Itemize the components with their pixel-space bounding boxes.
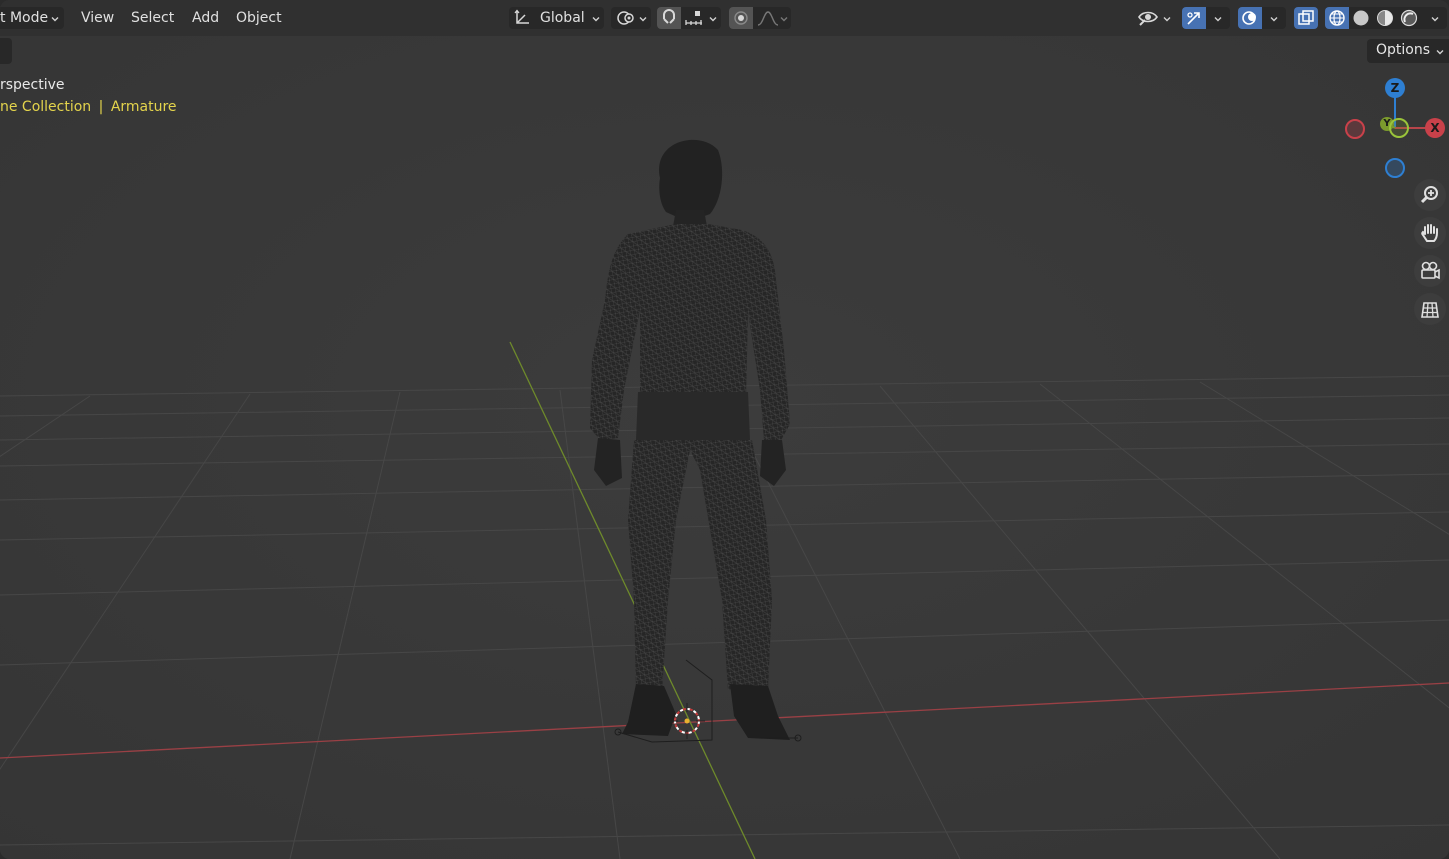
info-separator: | (98, 99, 104, 115)
overlays-toggle[interactable] (1238, 7, 1262, 29)
overlays-icon (1242, 11, 1256, 25)
object-label: Armature (110, 99, 177, 115)
material-preview-icon[interactable] (1376, 9, 1394, 27)
xray-toggle[interactable] (1294, 7, 1318, 29)
chevron-down-icon[interactable] (1162, 14, 1172, 24)
transform-orientation-icon (514, 9, 529, 24)
snap-group (657, 7, 721, 29)
xray-toggle-icon (1298, 10, 1314, 25)
hand-pan-icon (1421, 224, 1438, 242)
chevron-down-icon (51, 17, 59, 22)
snap-magnet-icon (663, 9, 675, 24)
menu-select[interactable]: Select (131, 7, 174, 29)
mode-dropdown[interactable]: t Mode (0, 7, 64, 29)
collection-label: ne Collection (0, 99, 92, 115)
rendered-shading-icon[interactable] (1400, 9, 1418, 27)
toolbar-collapse-tab[interactable] (0, 38, 12, 64)
falloff-curve-icon[interactable] (757, 10, 779, 26)
chevron-down-icon[interactable] (1430, 14, 1440, 24)
blender-window: t Mode View Select Add Object Global rsp… (0, 0, 1449, 859)
gizmo-neg-z-axis[interactable] (1385, 158, 1405, 178)
chevron-down-icon (1436, 50, 1444, 55)
ortho-toggle-button[interactable] (1414, 293, 1446, 325)
gizmo-neg-y-axis[interactable] (1389, 118, 1409, 138)
mode-dropdown-label: t Mode (0, 10, 49, 26)
gizmo-toggle-icon (1187, 12, 1200, 25)
options-dropdown[interactable]: Options (1367, 39, 1449, 63)
gizmo-z-axis[interactable]: Z (1385, 78, 1405, 98)
3d-viewport[interactable]: rspective ne Collection | Armature Optio… (0, 36, 1449, 859)
viewport-header: t Mode View Select Add Object Global (0, 0, 1449, 36)
chevron-down-icon (592, 17, 600, 22)
camera-view-icon (1421, 261, 1440, 280)
options-label: Options (1376, 42, 1431, 58)
active-object-info: ne Collection | Armature (0, 99, 177, 115)
chevron-down-icon (639, 17, 647, 22)
gizmo-group (1182, 7, 1230, 29)
view-perspective-label: rspective (0, 77, 65, 93)
snap-toggle[interactable] (657, 7, 681, 29)
chevron-down-icon[interactable] (1213, 14, 1223, 24)
gizmo-neg-x-axis[interactable] (1345, 119, 1365, 139)
chevron-down-icon[interactable] (708, 14, 718, 24)
camera-view-button[interactable] (1414, 255, 1446, 287)
menu-view[interactable]: View (81, 7, 114, 29)
pivot-point-icon (617, 11, 634, 25)
pan-button[interactable] (1414, 217, 1446, 249)
chevron-down-icon[interactable] (779, 14, 789, 24)
proportional-editing-icon (734, 11, 748, 25)
shading-wireframe-button[interactable] (1325, 7, 1349, 29)
navigation-gizmo[interactable]: Z Y X (1340, 78, 1449, 178)
overlays-group (1238, 7, 1286, 29)
pivot-point-dropdown[interactable] (611, 7, 651, 29)
proportional-editing-toggle[interactable] (729, 7, 753, 29)
wireframe-shading-icon (1329, 10, 1345, 26)
gizmo-toggle[interactable] (1182, 7, 1206, 29)
menu-add[interactable]: Add (192, 7, 219, 29)
transform-orientation-dropdown[interactable]: Global (509, 7, 604, 29)
snap-increment-icon[interactable] (684, 9, 704, 27)
visibility-eye-icon[interactable] (1137, 8, 1159, 28)
solid-shading-icon[interactable] (1352, 9, 1370, 27)
chevron-down-icon[interactable] (1269, 14, 1279, 24)
zoom-button[interactable] (1414, 179, 1446, 211)
gizmo-x-axis[interactable]: X (1425, 118, 1445, 138)
shading-group (1325, 7, 1447, 29)
menu-object[interactable]: Object (236, 7, 282, 29)
orthographic-grid-icon (1421, 302, 1439, 318)
scene-canvas[interactable] (0, 36, 1449, 859)
proportional-editing-group (729, 7, 791, 29)
orientation-label: Global (540, 10, 585, 26)
zoom-icon (1420, 186, 1438, 204)
